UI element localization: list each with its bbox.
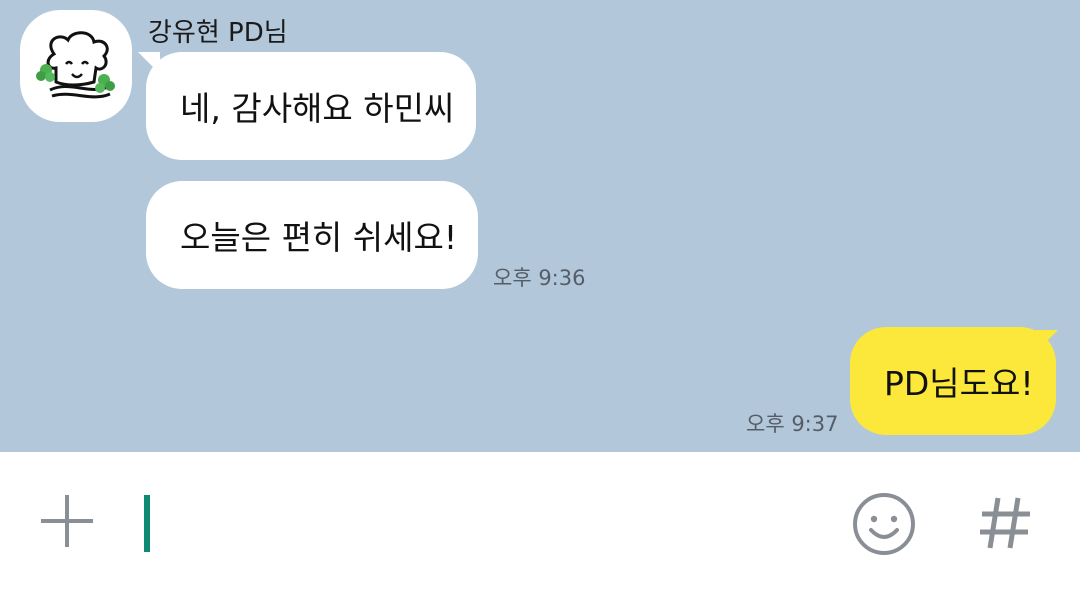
message-text: PD님도요! [884,364,1034,403]
message-text: 네, 감사해요 하민씨 [180,89,455,128]
message-timestamp: 오후 9:37 [746,412,839,436]
emoji-icon[interactable] [852,492,916,556]
incoming-message-bubble[interactable]: 네, 감사해요 하민씨 [146,52,476,160]
text-cursor [144,495,150,552]
message-text: 오늘은 편히 쉬세요! [180,218,458,257]
outgoing-message-bubble[interactable]: PD님도요! [850,327,1056,435]
sender-name: 강유현 PD님 [148,18,288,48]
chat-area: 강유현 PD님 네, 감사해요 하민씨 오늘은 편히 쉬세요! 오후 9:36 … [0,0,1080,452]
plus-icon[interactable] [38,492,96,550]
incoming-message-bubble[interactable]: 오늘은 편히 쉬세요! [146,181,478,289]
hashtag-icon[interactable] [976,494,1034,552]
message-input[interactable] [140,470,830,575]
cartoon-avatar-icon [36,31,115,99]
profile-avatar[interactable] [20,10,132,122]
message-timestamp: 오후 9:36 [493,266,586,290]
